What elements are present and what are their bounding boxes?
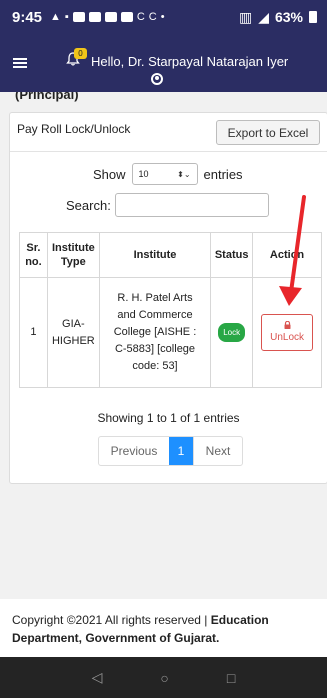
user-icon[interactable] [151,73,163,85]
copyright-text: Copyright ©2021 All rights reserved | [12,613,211,627]
app-icon [72,12,85,22]
cell-status: Lock [210,277,254,388]
col-institute-type: Institute Type [46,232,100,278]
recents-icon[interactable]: □ [227,670,235,686]
export-excel-button[interactable]: Export to Excel [216,120,320,145]
search-input[interactable] [114,193,269,217]
select-arrows-icon: ⬍⌄ [177,169,191,179]
notification-badge: 0 [74,48,87,59]
entries-value: 10 [138,169,149,179]
search-control: Search: [66,193,269,217]
previous-page-button[interactable]: Previous [99,437,169,465]
network-icon: ◢ [258,8,269,25]
lock-icon [284,321,291,329]
card-title: Pay Roll Lock/Unlock [17,122,131,136]
entries-control: Show 10 ⬍⌄ entries [93,163,243,185]
unlock-label: UnLock [270,332,304,343]
entries-label: entries [203,166,243,182]
status-time: 9:45 [12,8,43,26]
back-icon[interactable]: ◁ [92,669,103,686]
pagination-info: Showing 1 to 1 of 1 entries [97,411,240,425]
status-badge: Lock [218,323,246,342]
table-row: 1 GIA- HIGHER R. H. Patel Arts and Commer… [19,277,322,388]
warning-icon: ▲ [50,11,61,23]
search-label: Search: [66,197,111,213]
dept-name-1: Education [210,613,269,627]
greeting-text: Hello, Dr. Starpayal Natarajan Iyer [91,54,289,69]
show-label: Show [93,166,126,182]
col-sr-no: Sr. no. [19,232,48,278]
home-icon[interactable]: ○ [160,670,168,686]
footer: Copyright ©2021 All rights reserved | Ed… [0,599,327,657]
app-icon [120,12,133,22]
current-page-button[interactable]: 1 [169,437,193,465]
app-header: 0 Hello, Dr. Starpayal Natarajan Iyer [0,34,327,92]
status-notification-icons: ▲ ▪ C C • [50,11,165,23]
cell-institute-type: GIA- HIGHER [46,277,100,388]
payroll-table: Sr. no. Institute Type Institute Status Ac… [19,232,322,388]
cell-action: UnLock [252,277,322,388]
c-icon: C [148,11,157,23]
table-header-row: Sr. no. Institute Type Institute Status Ac… [19,232,322,278]
divider [10,151,327,152]
dot-icon: • [160,11,165,23]
status-right: ▥ ◢ 63% [239,9,317,26]
menu-icon[interactable] [13,58,27,68]
message-icon: ▪ [64,11,69,23]
status-bar: 9:45 ▲ ▪ C C • ▥ ◢ 63% [0,0,327,34]
signal-icon: ▥ [238,8,253,25]
cell-institute: R. H. Patel Arts and Commerce College [A… [98,277,212,388]
entries-select[interactable]: 10 ⬍⌄ [131,163,198,185]
app-icon [88,12,101,22]
dept-name-2: Department, Government of Gujarat. [12,631,220,645]
col-status: Status [210,232,254,278]
c-icon: C [136,11,145,23]
app-icon [104,12,117,22]
pagination: Previous 1 Next [98,436,243,466]
battery-icon [309,11,317,23]
unlock-button[interactable]: UnLock [261,314,314,351]
system-nav-bar: ◁ ○ □ [0,657,327,698]
battery-text: 63% [274,9,303,25]
next-page-button[interactable]: Next [193,437,242,465]
col-institute: Institute [98,232,212,278]
col-action: Action [252,232,322,278]
cell-sr: 1 [19,277,48,388]
payroll-card: Pay Roll Lock/Unlock Export to Excel Sho… [9,112,327,484]
page-role-label: (Principal) [15,92,79,102]
